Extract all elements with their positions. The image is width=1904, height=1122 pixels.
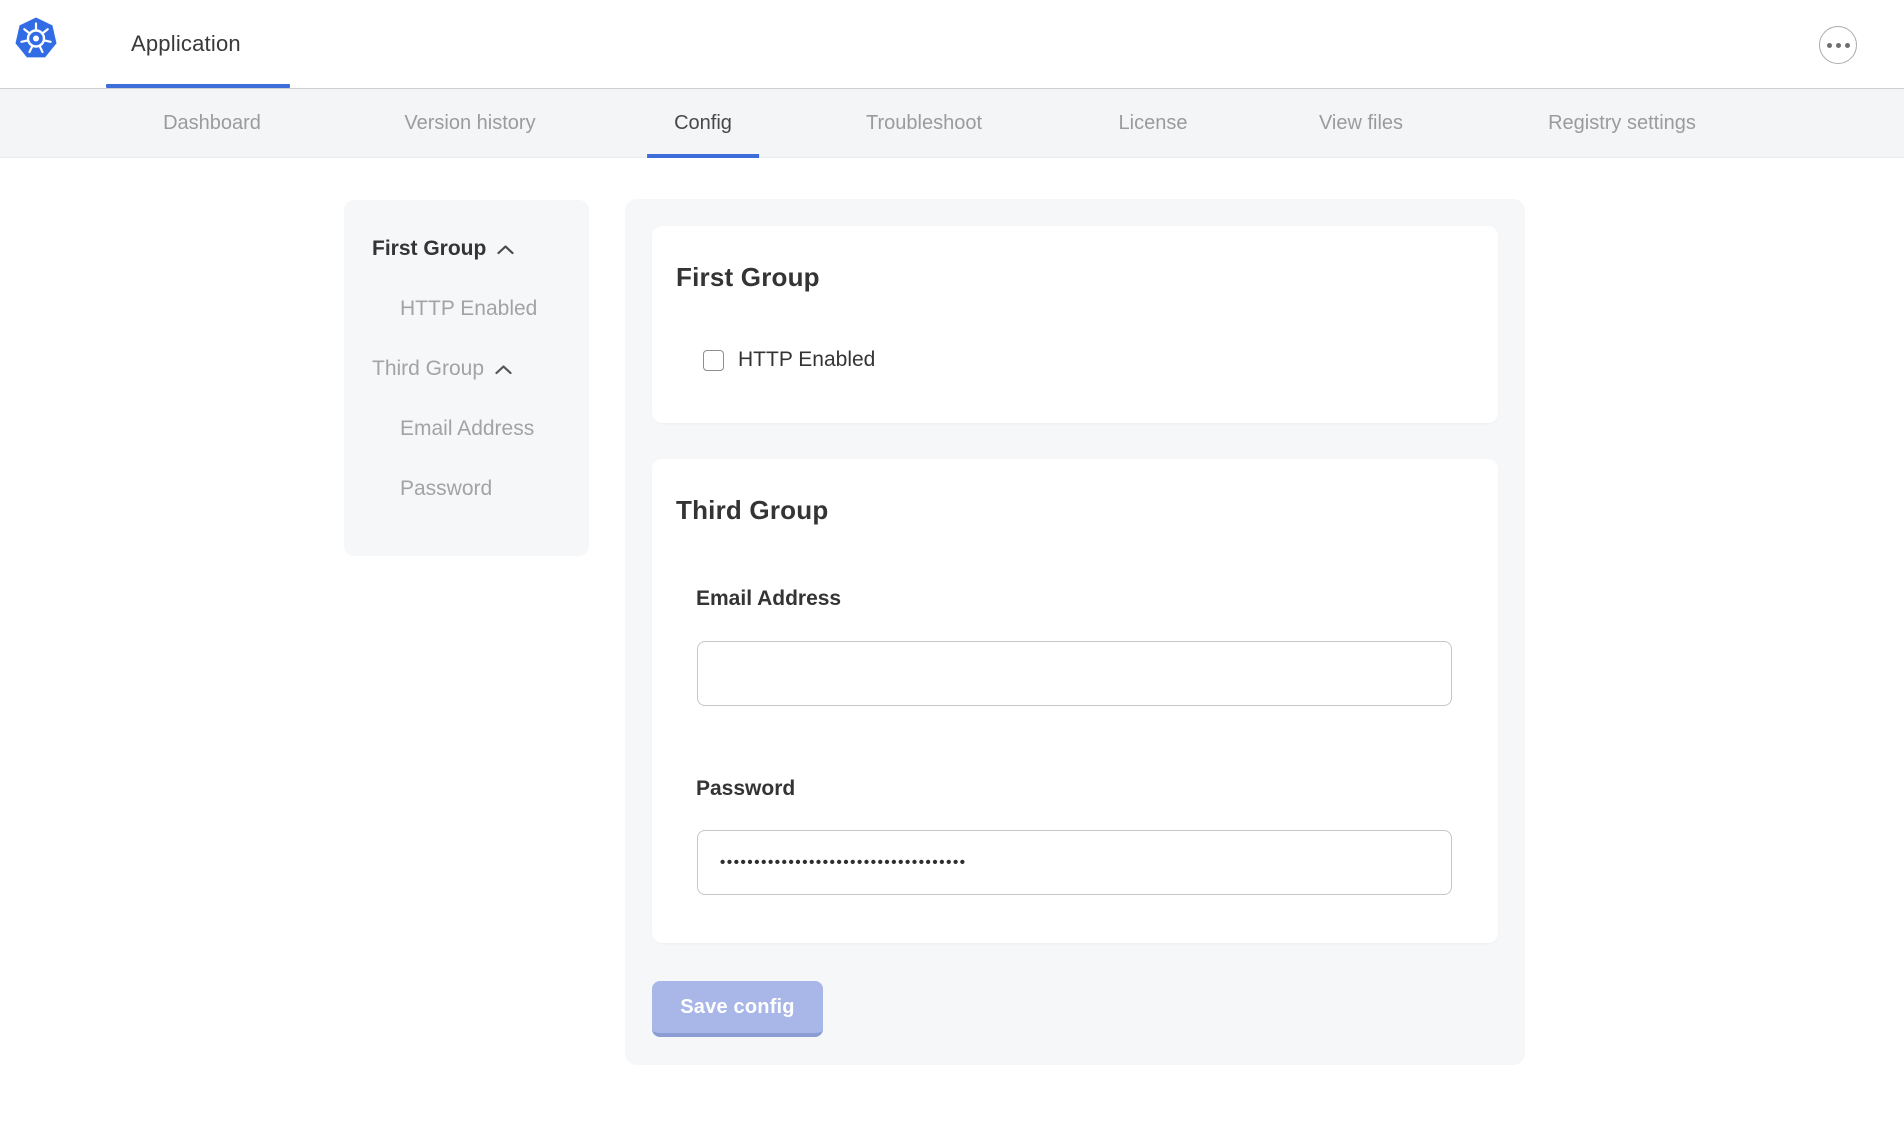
ellipsis-icon	[1827, 43, 1832, 48]
group-title: First Group	[676, 262, 820, 293]
password-input[interactable]	[697, 830, 1452, 895]
tab-registry-settings[interactable]: Registry settings	[1540, 89, 1704, 158]
active-tab-underline	[647, 154, 759, 158]
config-form-panel: First Group HTTP Enabled Third Group Ema…	[625, 199, 1525, 1065]
sidebar-item-email-address[interactable]: Email Address	[372, 416, 589, 442]
sidebar-item-label: Password	[400, 477, 492, 501]
email-address-input[interactable]	[697, 641, 1452, 706]
sidebar-item-http-enabled[interactable]: HTTP Enabled	[372, 296, 589, 322]
sidebar-group-label: Third Group	[372, 357, 484, 381]
config-groups-sidebar: First Group HTTP Enabled Third Group Ema…	[344, 200, 589, 556]
tab-version-history[interactable]: Version history	[396, 89, 543, 158]
kubernetes-logo-icon	[14, 16, 58, 60]
tab-view-files[interactable]: View files	[1311, 89, 1411, 158]
http-enabled-row: HTTP Enabled	[703, 348, 875, 372]
chevron-up-icon	[496, 244, 515, 256]
tab-troubleshoot[interactable]: Troubleshoot	[858, 89, 990, 158]
http-enabled-label[interactable]: HTTP Enabled	[738, 348, 875, 372]
chevron-up-icon	[494, 364, 513, 376]
overflow-menu-button[interactable]	[1819, 26, 1857, 64]
tab-license[interactable]: License	[1111, 89, 1196, 158]
sidebar-item-label: HTTP Enabled	[400, 297, 537, 321]
password-label: Password	[696, 777, 795, 801]
sidebar-group-first-group[interactable]: First Group	[372, 236, 589, 262]
config-group-card-first: First Group HTTP Enabled	[652, 226, 1498, 423]
app-tab-label: Application	[131, 31, 241, 57]
config-group-card-third: Third Group Email Address Password	[652, 459, 1498, 943]
save-config-button[interactable]: Save config	[652, 981, 823, 1037]
app-navbar: Dashboard Version history Config Trouble…	[0, 88, 1904, 158]
email-address-label: Email Address	[696, 587, 841, 611]
tab-dashboard[interactable]: Dashboard	[155, 89, 269, 158]
http-enabled-checkbox[interactable]	[703, 350, 724, 371]
sidebar-group-label: First Group	[372, 237, 486, 261]
top-header: Application	[0, 0, 1904, 88]
sidebar-item-password[interactable]: Password	[372, 476, 589, 502]
sidebar-item-label: Email Address	[400, 417, 534, 441]
app-tab-application[interactable]: Application	[106, 0, 266, 88]
tab-config[interactable]: Config	[666, 89, 740, 158]
sidebar-group-third-group[interactable]: Third Group	[372, 356, 589, 382]
group-title: Third Group	[676, 495, 828, 526]
